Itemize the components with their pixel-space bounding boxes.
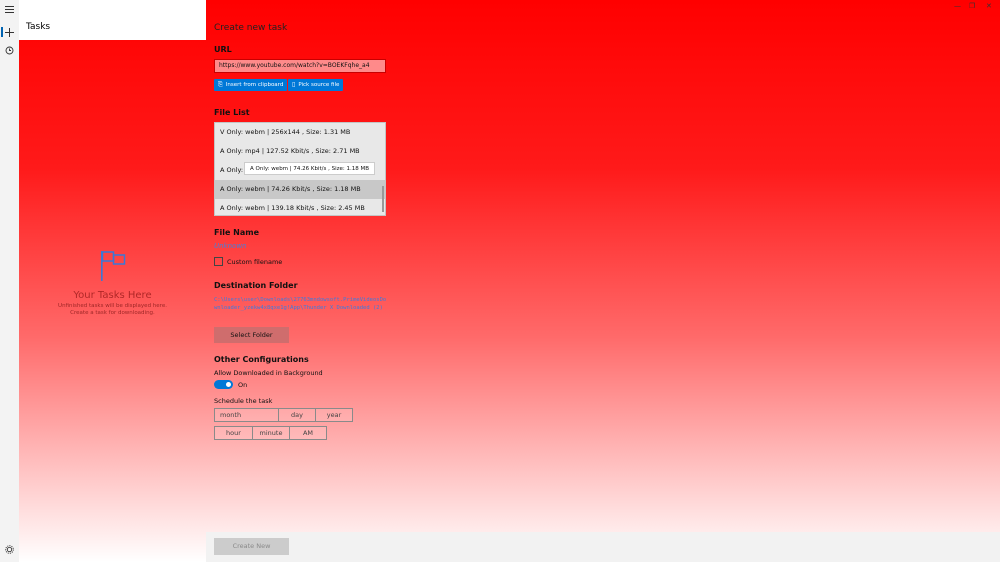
empty-line-2: Create a task for downloading.: [70, 310, 155, 316]
minimize-button[interactable]: —: [954, 2, 961, 10]
url-input[interactable]: https://www.youtube.com/watch?v=BOEKFqhe…: [214, 59, 386, 73]
gear-icon[interactable]: [0, 540, 19, 558]
hour-segment[interactable]: hour: [215, 427, 253, 439]
date-picker[interactable]: month day year: [214, 408, 353, 422]
nav-rail: [0, 0, 19, 562]
background-label: Allow Downloaded in Background: [214, 369, 323, 377]
create-new-button[interactable]: Create New: [214, 538, 289, 555]
tasks-title: Tasks: [26, 22, 51, 32]
empty-line-1: Unfinished tasks will be displayed here.: [58, 303, 167, 309]
toggle-knob: [226, 382, 231, 387]
file-icon: ▯: [292, 81, 296, 88]
history-icon[interactable]: [0, 41, 19, 59]
list-item[interactable]: V Only: webm | 256x144 , Size: 1.31 MB: [215, 123, 385, 142]
toggle-state-label: On: [238, 381, 248, 389]
empty-title: Your Tasks Here: [73, 290, 152, 301]
destination-path: C:\Users\user\Downloads\27763mndowsoft.P…: [214, 297, 387, 311]
pick-source-button[interactable]: ▯ Pick source file: [288, 79, 344, 91]
time-picker[interactable]: hour minute AM: [214, 426, 327, 440]
file-name-heading: File Name: [214, 228, 260, 237]
page-title: Create new task: [214, 23, 288, 33]
day-segment[interactable]: day: [279, 409, 316, 421]
flag-icon: [100, 251, 125, 281]
other-config-heading: Other Configurations: [214, 355, 309, 364]
schedule-label: Schedule the task: [214, 397, 273, 405]
maximize-button[interactable]: ❐: [969, 2, 975, 10]
url-heading: URL: [214, 45, 232, 54]
custom-filename-label: Custom filename: [227, 258, 283, 266]
month-segment[interactable]: month: [215, 409, 279, 421]
insert-clipboard-button[interactable]: ⎘ Insert from clipboard: [214, 79, 288, 91]
empty-state: Your Tasks Here Unfinished tasks will be…: [19, 250, 206, 317]
background-toggle[interactable]: [214, 380, 233, 389]
year-segment[interactable]: year: [316, 409, 352, 421]
list-item[interactable]: A Only: mp4 | 127.52 Kbit/s , Size: 2.71…: [215, 142, 385, 161]
tasks-header: Tasks: [19, 0, 206, 40]
plus-icon[interactable]: [0, 23, 19, 41]
custom-filename-checkbox[interactable]: [214, 257, 223, 266]
insert-clipboard-label: Insert from clipboard: [225, 82, 284, 88]
file-list-heading: File List: [214, 108, 250, 117]
bottom-bar: [206, 532, 1000, 562]
close-button[interactable]: ✕: [986, 2, 992, 10]
pick-source-label: Pick source file: [298, 82, 340, 88]
ampm-segment[interactable]: AM: [290, 427, 326, 439]
list-item-selected[interactable]: A Only: webm | 74.26 Kbit/s , Size: 1.18…: [215, 180, 385, 199]
list-item[interactable]: A Only: webm | 139.18 Kbit/s , Size: 2.4…: [215, 199, 385, 215]
hamburger-icon[interactable]: [0, 0, 19, 18]
minute-segment[interactable]: minute: [253, 427, 290, 439]
clipboard-icon: ⎘: [218, 81, 223, 88]
select-folder-button[interactable]: Select Folder: [214, 327, 289, 343]
tooltip: A Only: webm | 74.26 Kbit/s , Size: 1.18…: [244, 162, 376, 175]
destination-heading: Destination Folder: [214, 281, 298, 290]
file-name-value: Unknown: [214, 242, 247, 250]
scrollbar-thumb[interactable]: [382, 186, 384, 212]
